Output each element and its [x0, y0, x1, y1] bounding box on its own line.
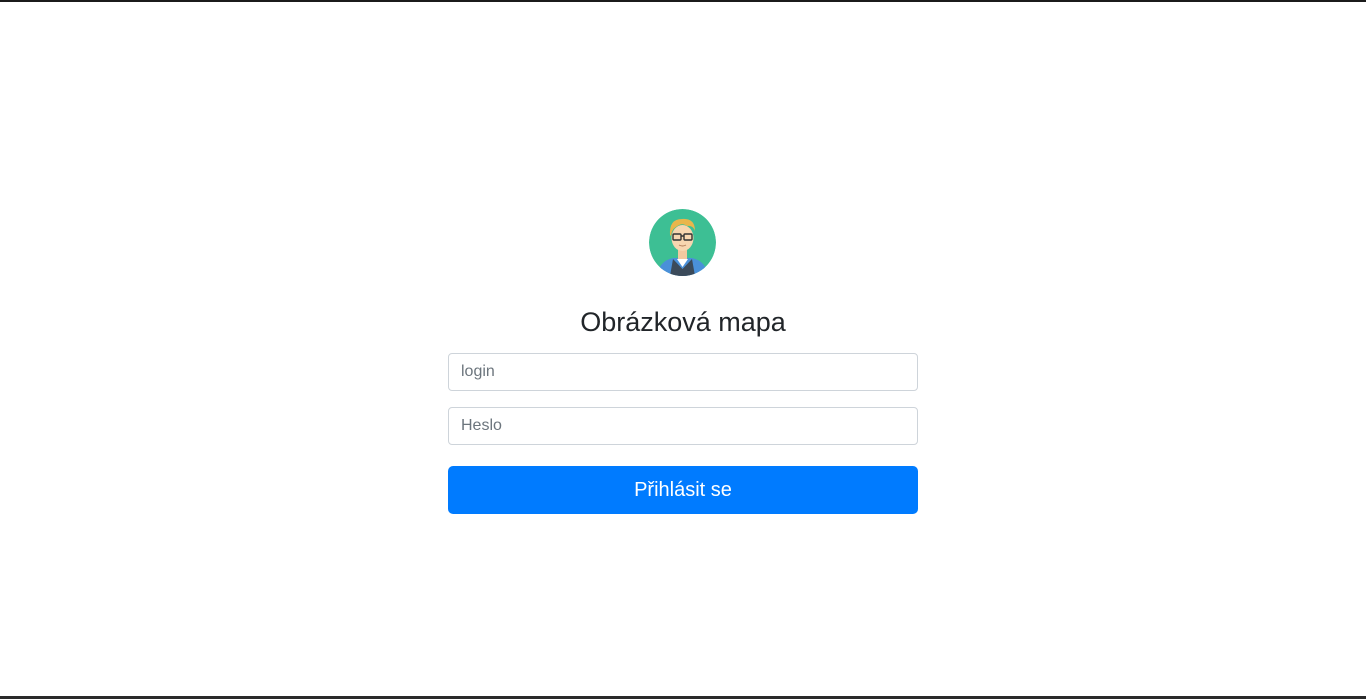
password-input[interactable]: [448, 407, 918, 445]
user-avatar-icon: [649, 209, 716, 276]
page-title: Obrázková mapa: [580, 307, 786, 337]
login-input[interactable]: [448, 353, 918, 391]
top-border: [0, 0, 1366, 2]
login-button[interactable]: Přihlásit se: [448, 466, 918, 514]
